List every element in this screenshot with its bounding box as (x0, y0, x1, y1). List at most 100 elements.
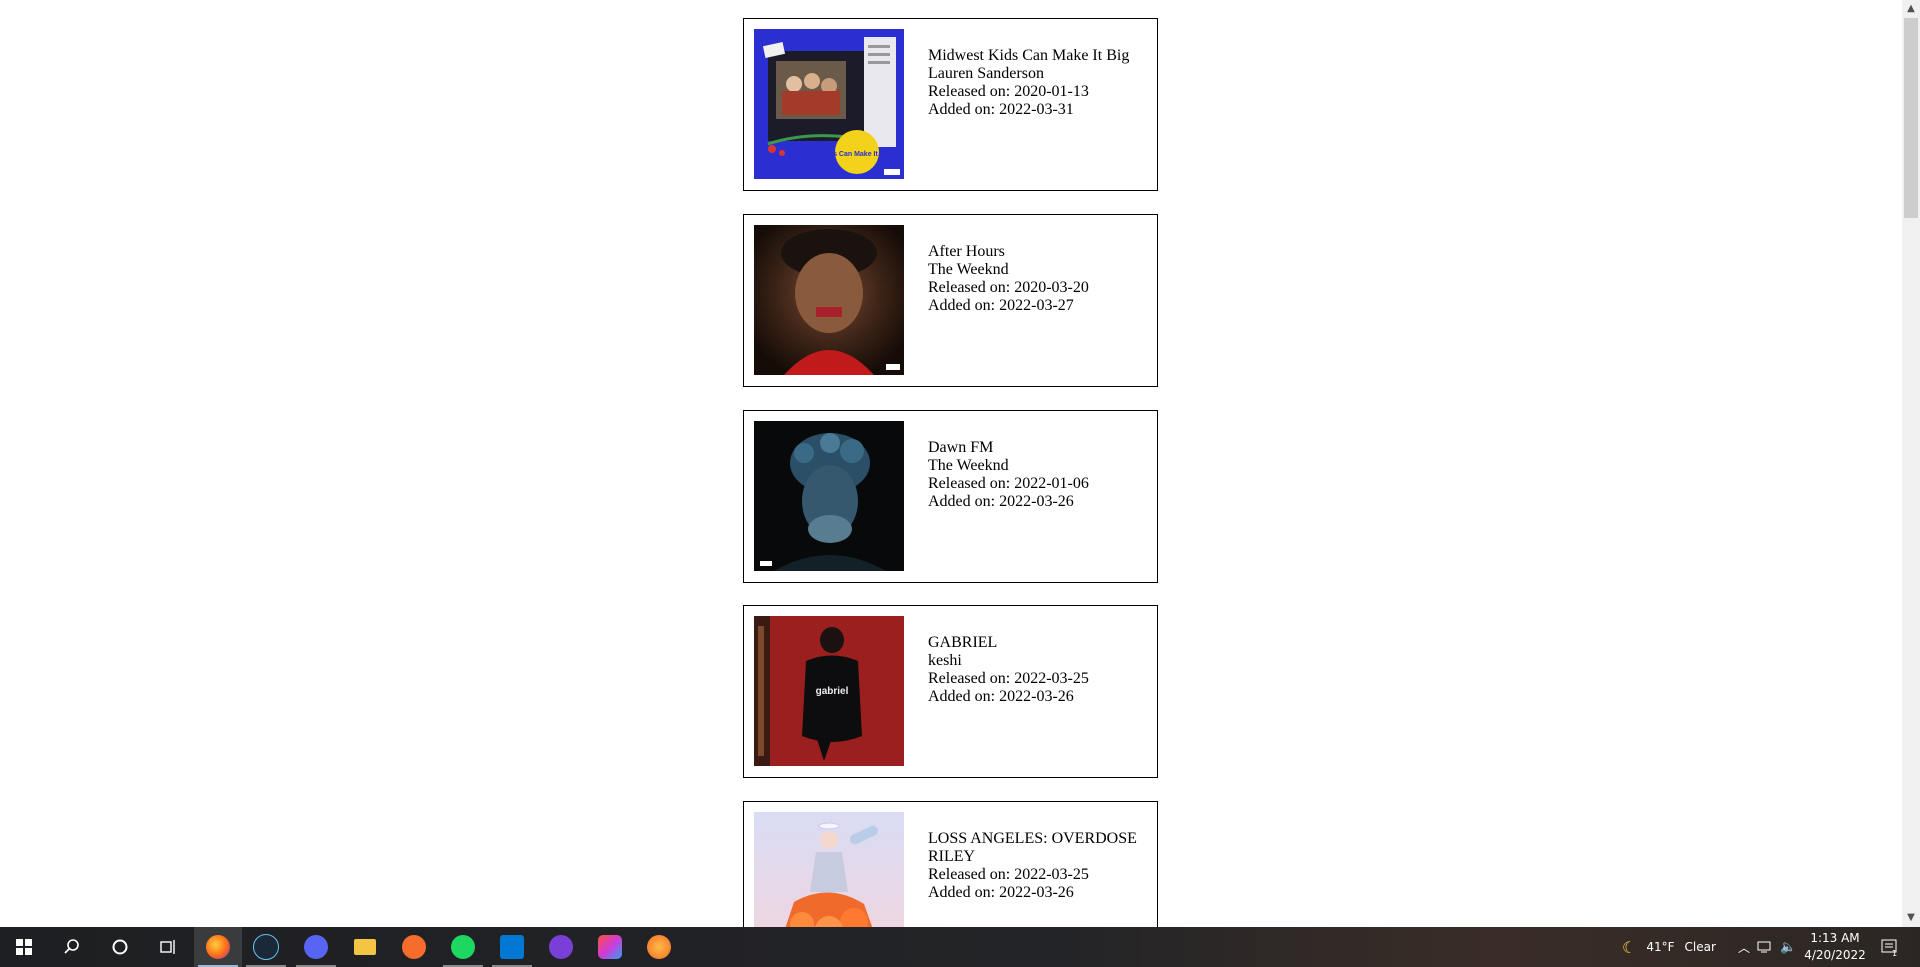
album-card[interactable]: After Hours The Weeknd Released on: 2020… (743, 214, 1158, 387)
album-card[interactable]: Kids Can Make It BIG Midwest Kids Can Ma… (743, 18, 1158, 191)
cover-text-midwest: Kids Can Make It BIG (822, 151, 893, 158)
added-label: Added on: (928, 884, 1000, 901)
network-button[interactable] (1757, 927, 1773, 967)
album-cover-after-hours (754, 225, 904, 375)
weather-desc: Clear (1684, 940, 1716, 954)
release-value: 2020-01-13 (1014, 83, 1089, 100)
album-added-date: Added on: 2022-03-27 (928, 297, 1089, 315)
release-label: Released on: (928, 279, 1015, 296)
taskbar-app-origin[interactable] (390, 927, 438, 967)
release-label: Released on: (928, 866, 1015, 883)
album-release-date: Released on: 2020-01-13 (928, 83, 1129, 101)
album-cover-gabriel: gabriel (754, 616, 904, 766)
album-cover-dawn-fm (754, 421, 904, 571)
cover-text-gabriel: gabriel (816, 686, 849, 697)
album-title: Midwest Kids Can Make It Big (928, 47, 1130, 64)
task-view-button[interactable] (144, 927, 192, 967)
taskbar-app-firefox[interactable] (194, 927, 242, 967)
taskbar-app-steam[interactable] (242, 927, 290, 967)
scroll-down-icon[interactable]: ▼ (1902, 909, 1920, 927)
scroll-up-icon[interactable]: ▲ (1902, 0, 1920, 18)
added-label: Added on: (928, 101, 1000, 118)
cortana-button[interactable] (96, 927, 144, 967)
album-artist: RILEY (928, 848, 976, 865)
album-info: GABRIEL keshi Released on: 2022-03-25 Ad… (928, 634, 1089, 706)
album-release-date: Released on: 2022-01-06 (928, 475, 1089, 493)
clock-time: 1:13 AM (1810, 931, 1860, 945)
browser-viewport: Kids Can Make It BIG Midwest Kids Can Ma… (0, 0, 1902, 927)
taskbar-app-creative-cloud[interactable] (586, 927, 634, 967)
firefox-icon (206, 935, 230, 959)
album-title: GABRIEL (928, 634, 998, 651)
added-value: 2022-03-26 (999, 493, 1074, 510)
spotify-icon (451, 935, 475, 959)
added-value: 2022-03-31 (999, 101, 1074, 118)
release-label: Released on: (928, 670, 1015, 687)
release-value: 2020-03-20 (1014, 279, 1089, 296)
album-release-date: Released on: 2020-03-20 (928, 279, 1089, 297)
notification-count: 1 (1892, 949, 1898, 958)
taskbar-app-github-desktop[interactable] (537, 927, 585, 967)
clock-date: 4/20/2022 (1804, 948, 1866, 962)
album-title: Dawn FM (928, 439, 994, 456)
added-value: 2022-03-27 (999, 297, 1074, 314)
notifications-button[interactable]: 1 (1880, 927, 1900, 967)
volume-button[interactable]: 🔈 (1780, 927, 1796, 967)
cortana-icon (112, 939, 128, 955)
vscode-icon (500, 935, 524, 959)
album-card[interactable]: Dawn FM The Weeknd Released on: 2022-01-… (743, 410, 1158, 583)
added-label: Added on: (928, 688, 1000, 705)
chevron-up-icon: ︿ (1738, 940, 1751, 955)
album-info: Dawn FM The Weeknd Released on: 2022-01-… (928, 439, 1089, 511)
album-artist: Lauren Sanderson (928, 65, 1044, 82)
album-artist: The Weeknd (928, 261, 1009, 278)
search-button[interactable] (48, 927, 96, 967)
album-cover-loss-angeles (754, 812, 904, 927)
album-cover-midwest-kids: Kids Can Make It BIG (754, 29, 904, 179)
github-desktop-icon (549, 935, 573, 959)
album-title: After Hours (928, 243, 1005, 260)
vertical-scrollbar[interactable]: ▲ ▼ (1902, 0, 1920, 927)
added-value: 2022-03-26 (999, 688, 1074, 705)
show-hidden-icons-button[interactable]: ︿ (1738, 927, 1750, 967)
origin-icon (402, 935, 426, 959)
added-label: Added on: (928, 297, 1000, 314)
album-release-date: Released on: 2022-03-25 (928, 670, 1089, 688)
added-label: Added on: (928, 493, 1000, 510)
taskbar-app-file-explorer[interactable] (341, 927, 389, 967)
album-artist: keshi (928, 652, 962, 669)
steam-icon (253, 934, 279, 960)
album-release-date: Released on: 2022-03-25 (928, 866, 1137, 884)
album-added-date: Added on: 2022-03-26 (928, 884, 1137, 902)
taskbar: ☾ 41°F Clear ︿ 🔈 1:13 AM 4/20/2022 1 (0, 927, 1920, 967)
album-card[interactable]: gabriel GABRIEL keshi Released on: 2022-… (743, 605, 1158, 778)
album-card[interactable]: LOSS ANGELES: OVERDOSE RILEY Released on… (743, 801, 1158, 927)
release-value: 2022-03-25 (1014, 866, 1089, 883)
taskbar-app-fl-studio[interactable] (635, 927, 683, 967)
file-explorer-icon (354, 939, 376, 955)
clock[interactable]: 1:13 AM 4/20/2022 (1800, 930, 1870, 964)
release-label: Released on: (928, 475, 1015, 492)
weather-temp: 41°F (1646, 940, 1675, 954)
scroll-thumb[interactable] (1904, 18, 1918, 218)
search-icon (64, 939, 79, 954)
release-value: 2022-03-25 (1014, 670, 1089, 687)
album-title: LOSS ANGELES: OVERDOSE (928, 830, 1137, 847)
discord-icon (304, 935, 328, 959)
creative-cloud-icon (598, 935, 622, 959)
taskbar-app-discord[interactable] (292, 927, 340, 967)
fl-studio-icon (647, 935, 671, 959)
speaker-icon: 🔈 (1780, 939, 1797, 955)
taskbar-app-vscode[interactable] (488, 927, 536, 967)
weather-widget[interactable]: ☾ 41°F Clear (1622, 927, 1716, 967)
album-added-date: Added on: 2022-03-26 (928, 688, 1089, 706)
added-value: 2022-03-26 (999, 884, 1074, 901)
start-button[interactable] (0, 927, 48, 967)
release-label: Released on: (928, 83, 1015, 100)
network-icon (1757, 941, 1771, 953)
windows-logo-icon (16, 939, 32, 955)
album-info: LOSS ANGELES: OVERDOSE RILEY Released on… (928, 830, 1137, 902)
album-info: After Hours The Weeknd Released on: 2020… (928, 243, 1089, 315)
album-info: Midwest Kids Can Make It Big Lauren Sand… (928, 47, 1129, 119)
taskbar-app-spotify[interactable] (439, 927, 487, 967)
